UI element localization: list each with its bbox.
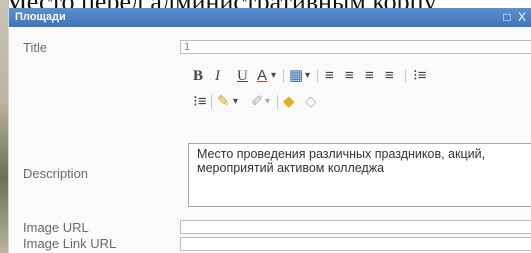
window-controls-icon[interactable]: □ X <box>503 10 528 24</box>
remove-link-dropdown-icon[interactable]: ▾ <box>265 92 270 112</box>
toolbar-divider <box>277 95 278 109</box>
font-color-dropdown-icon[interactable]: ▾ <box>271 66 276 86</box>
image-url-label: Image URL <box>23 220 89 235</box>
align-left-icon[interactable]: ≡ <box>325 66 334 86</box>
align-right-icon[interactable]: ≡ <box>365 66 374 86</box>
dialog-titlebar[interactable]: Площади □ X <box>9 8 531 27</box>
link-dropdown-icon[interactable]: ▾ <box>233 92 238 112</box>
highlight-dropdown-icon[interactable]: ▾ <box>305 66 310 86</box>
background-strip <box>0 0 8 253</box>
title-input[interactable]: 1 <box>180 40 531 54</box>
image-url-input[interactable] <box>180 220 531 234</box>
remove-link-icon[interactable]: ✐ <box>251 92 264 112</box>
description-label: Description <box>23 166 89 181</box>
font-color-icon[interactable]: A <box>257 66 267 86</box>
toolbar-divider <box>211 95 212 109</box>
title-label: Title <box>23 40 48 55</box>
description-editor[interactable]: Место проведения различных праздников, а… <box>188 143 531 207</box>
numbered-list-icon[interactable]: ⁝≡ <box>193 92 207 112</box>
toolbar-divider <box>405 69 406 83</box>
justify-icon[interactable]: ≡ <box>385 66 394 86</box>
underline-button[interactable]: U <box>237 66 248 86</box>
insert-link-icon[interactable]: ✎ <box>217 92 230 112</box>
toolbar-divider <box>317 69 318 83</box>
remove-format-icon[interactable]: ◇ <box>305 92 317 112</box>
image-link-url-input[interactable] <box>180 237 531 251</box>
toolbar-divider <box>283 69 284 83</box>
align-center-icon[interactable]: ≡ <box>345 66 354 86</box>
bold-button[interactable]: B <box>193 66 203 86</box>
popup-dialog: Площади □ X Title 1 B I U A ▾ ▦ ▾ ≡ ≡ ≡ … <box>8 8 531 253</box>
italic-button[interactable]: I <box>215 66 220 86</box>
dialog-title: Площади <box>15 11 66 23</box>
highlight-icon[interactable]: ▦ <box>289 66 303 86</box>
image-link-url-label: Image Link URL <box>23 236 117 251</box>
bullet-list-icon[interactable]: ⁝≡ <box>413 66 427 86</box>
insert-image-icon[interactable]: ◆ <box>283 92 295 112</box>
